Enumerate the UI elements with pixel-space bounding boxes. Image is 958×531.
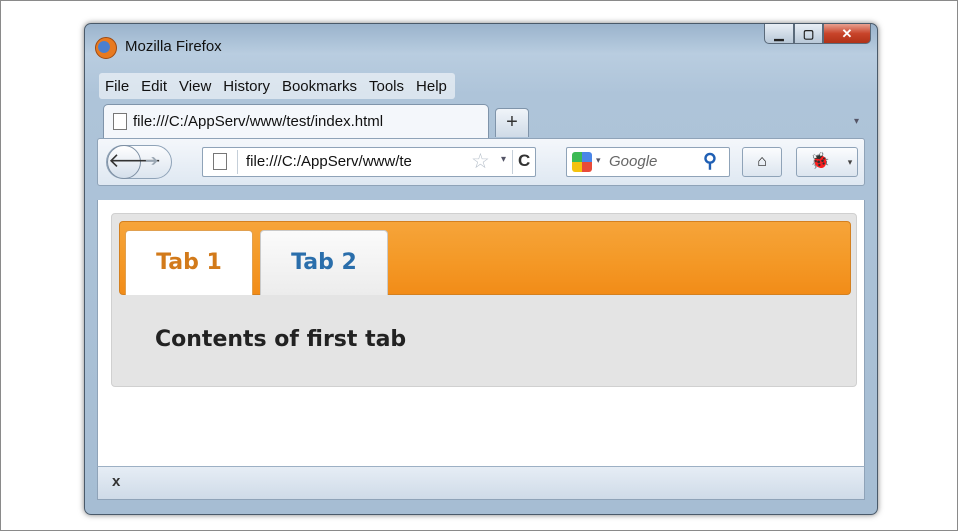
url-bar[interactable]: file:///C:/AppServ/www/te ☆ ▾ C [202,147,536,177]
browser-tab-active[interactable]: file:///C:/AppServ/www/test/index.html [103,104,489,139]
window-controls: ▁ ▢ ✕ [764,24,871,44]
addon-dropdown-icon[interactable]: ▾ [843,147,858,177]
addon-bug-button[interactable]: 🐞 [796,147,844,177]
google-logo-icon[interactable] [572,152,592,172]
maximize-button[interactable]: ▢ [794,24,823,44]
browser-window: Mozilla Firefox ▁ ▢ ✕ File Edit View His… [84,23,878,515]
url-divider [237,150,238,174]
tabs-header: Tab 1 Tab 2 [119,221,851,295]
new-tab-button[interactable]: + [495,108,529,137]
browser-tab-title: file:///C:/AppServ/www/test/index.html [133,113,384,130]
tabs-widget: Tab 1 Tab 2 Contents of first tab [111,213,857,387]
page-icon [213,153,227,170]
search-engine-dropdown-icon[interactable]: ▾ [596,155,601,166]
tab-2[interactable]: Tab 2 [260,230,388,295]
reload-icon[interactable]: C [518,151,530,171]
tab-panel-text: Contents of first tab [155,327,407,352]
back-button[interactable]: 🡐 [107,145,162,179]
page-icon [113,113,127,130]
menu-edit[interactable]: Edit [141,78,167,95]
url-input[interactable]: file:///C:/AppServ/www/te [246,153,471,170]
navigation-toolbar: 🡐 ➔ file:///C:/AppServ/www/te ☆ ▾ C ▾ Go… [97,138,865,186]
close-button[interactable]: ✕ [823,24,871,44]
window-title: Mozilla Firefox [125,38,222,55]
title-bar[interactable]: Mozilla Firefox ▁ ▢ ✕ [85,24,877,64]
menu-bar: File Edit View History Bookmarks Tools H… [99,73,455,99]
home-button[interactable]: ⌂ [742,147,782,177]
menu-bookmarks[interactable]: Bookmarks [282,78,357,95]
url-history-dropdown-icon[interactable]: ▾ [501,154,506,165]
back-forward-group: 🡐 ➔ [106,145,172,179]
search-icon[interactable]: ⚲ [703,150,717,173]
minimize-button[interactable]: ▁ [764,24,794,44]
firefox-logo-icon [95,37,117,59]
menu-file[interactable]: File [105,78,129,95]
close-addon-bar-icon[interactable]: x [112,473,120,490]
tab-list-arrow-icon[interactable]: ▾ [854,116,859,127]
forward-button[interactable]: ➔ [145,151,158,171]
search-input[interactable]: Google [609,153,657,170]
bookmark-star-icon[interactable]: ☆ [471,149,490,174]
search-bar[interactable]: ▾ Google ⚲ [566,147,730,177]
menu-tools[interactable]: Tools [369,78,404,95]
tab-1[interactable]: Tab 1 [125,230,253,295]
menu-help[interactable]: Help [416,78,447,95]
status-bar: x [97,466,865,500]
menu-view[interactable]: View [179,78,211,95]
page-content: Tab 1 Tab 2 Contents of first tab [97,200,865,466]
url-divider [512,150,513,174]
menu-history[interactable]: History [223,78,270,95]
